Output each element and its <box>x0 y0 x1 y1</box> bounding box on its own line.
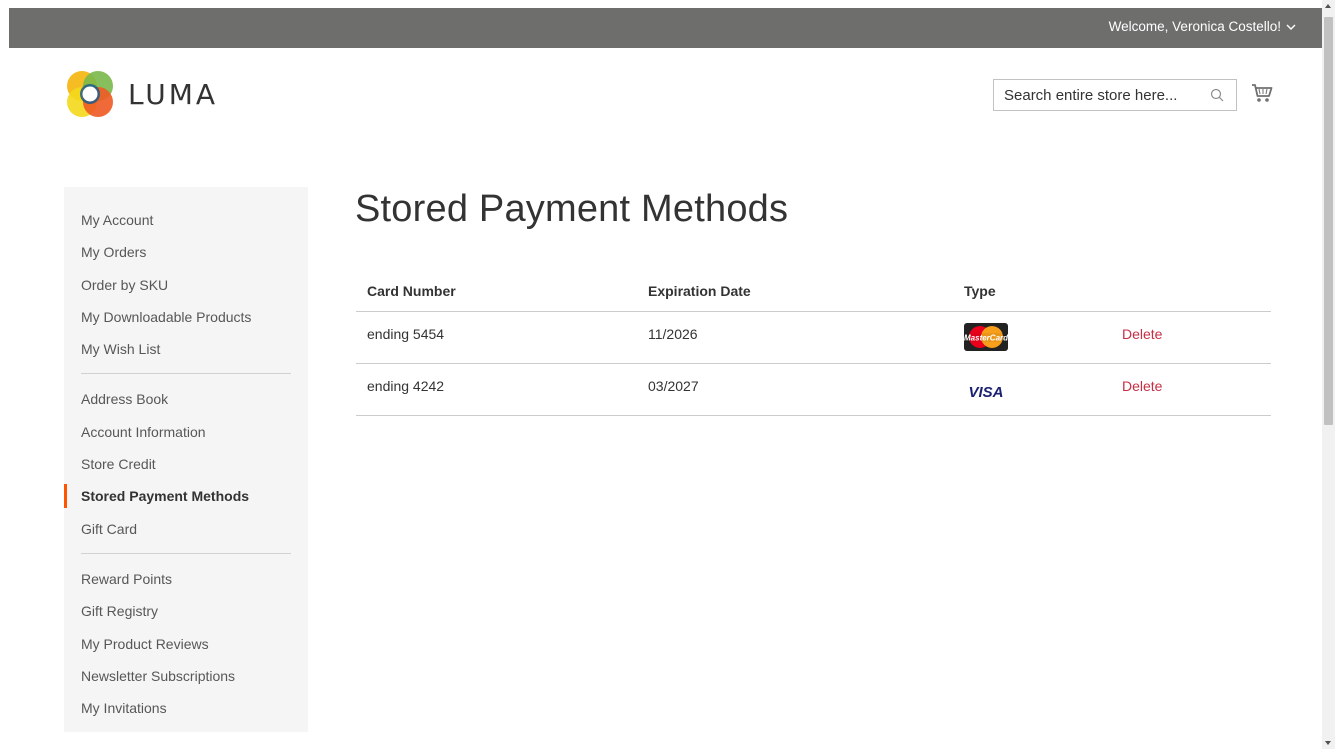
welcome-text: Welcome, Veronica Costello! <box>1108 19 1281 34</box>
sidebar-item-product-reviews[interactable]: My Product Reviews <box>64 628 308 660</box>
search-icon[interactable] <box>1210 88 1224 102</box>
luma-logo-icon <box>67 71 113 117</box>
column-header-actions <box>1111 271 1271 312</box>
expiration-date-cell: 11/2026 <box>637 311 953 364</box>
sidebar-item-gift-registry[interactable]: Gift Registry <box>64 595 308 627</box>
actions-cell: Delete <box>1111 363 1271 416</box>
expiration-date-cell: 03/2027 <box>637 363 953 416</box>
luma-logo[interactable]: LUMA <box>64 68 218 120</box>
search-box <box>993 79 1237 111</box>
visa-label: VISA <box>968 384 1003 401</box>
column-header-expiration-date: Expiration Date <box>637 271 953 312</box>
search-input[interactable] <box>994 80 1194 110</box>
column-header-card-number: Card Number <box>356 271 637 312</box>
sidebar-divider <box>81 552 291 554</box>
sidebar-item-account-information[interactable]: Account Information <box>64 416 308 448</box>
scrollbar-thumb[interactable] <box>1324 17 1333 425</box>
stored-payment-methods-table: Card Number Expiration Date Type ending … <box>356 271 1271 416</box>
table-row: ending 5454 11/2026 MasterCard Delete <box>356 311 1271 364</box>
table-row: ending 4242 03/2027 VISA Delete <box>356 363 1271 416</box>
vertical-scrollbar[interactable] <box>1322 0 1335 749</box>
sidebar-item-order-by-sku[interactable]: Order by SKU <box>64 269 308 301</box>
sidebar-item-my-orders[interactable]: My Orders <box>64 236 308 268</box>
top-header-bar: Welcome, Veronica Costello! <box>9 8 1322 48</box>
visa-icon: VISA <box>968 384 1003 401</box>
page-left-edge <box>0 0 9 749</box>
sidebar-item-my-invitations[interactable]: My Invitations <box>64 692 308 724</box>
mastercard-icon: MasterCard <box>964 322 1008 351</box>
card-type-cell: MasterCard <box>953 311 1111 364</box>
sidebar-item-stored-payment-methods: Stored Payment Methods <box>64 480 308 512</box>
chevron-down-icon <box>1286 24 1296 30</box>
sidebar-item-address-book[interactable]: Address Book <box>64 383 308 415</box>
sidebar-item-store-credit[interactable]: Store Credit <box>64 448 308 480</box>
shopping-cart-icon[interactable] <box>1251 82 1273 104</box>
sidebar-item-gift-card[interactable]: Gift Card <box>64 513 308 545</box>
scroll-up-arrow-icon[interactable] <box>1325 4 1331 8</box>
logo-text: LUMA <box>128 77 219 111</box>
actions-cell: Delete <box>1111 311 1271 364</box>
sidebar-item-wish-list[interactable]: My Wish List <box>64 333 308 365</box>
card-number-cell: ending 5454 <box>356 311 637 364</box>
column-header-type: Type <box>953 271 1111 312</box>
table-header-row: Card Number Expiration Date Type <box>356 271 1271 312</box>
delete-button[interactable]: Delete <box>1122 326 1162 342</box>
sidebar-divider <box>81 373 291 375</box>
scroll-down-arrow-icon[interactable] <box>1325 741 1331 745</box>
sidebar-item-my-account[interactable]: My Account <box>64 204 308 236</box>
sidebar-item-reward-points[interactable]: Reward Points <box>64 563 308 595</box>
sidebar-item-newsletter-subscriptions[interactable]: Newsletter Subscriptions <box>64 660 308 692</box>
card-number-cell: ending 4242 <box>356 363 637 416</box>
sidebar-item-downloadable-products[interactable]: My Downloadable Products <box>64 301 308 333</box>
card-type-cell: VISA <box>953 363 1111 416</box>
mastercard-label: MasterCard <box>964 333 1008 342</box>
page-title: Stored Payment Methods <box>355 188 789 230</box>
account-sidebar: My Account My Orders Order by SKU My Dow… <box>64 187 308 732</box>
delete-button[interactable]: Delete <box>1122 378 1162 394</box>
customer-menu-toggle[interactable]: Welcome, Veronica Costello! <box>1109 19 1296 34</box>
